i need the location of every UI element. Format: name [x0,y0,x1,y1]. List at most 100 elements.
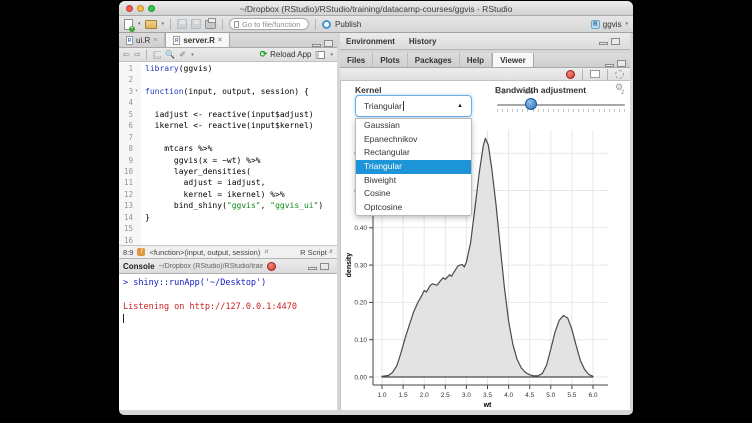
refresh-icon[interactable] [615,70,624,79]
code-line-15[interactable]: 15 [119,223,337,234]
file-type-selector[interactable]: R Script [300,248,327,257]
code-line-6[interactable]: 6 ikernel <- reactive(input$kernel) [119,120,337,131]
tab-help[interactable]: Help [460,53,492,67]
title-bar[interactable]: ~/Dropbox (RStudio)/RStudio/training/dat… [119,1,633,16]
code-line-11[interactable]: 11 adjust = iadjust, [119,177,337,188]
svg-text:0.30: 0.30 [354,262,367,269]
stop-icon[interactable] [267,262,276,271]
minimize-pane-icon[interactable] [312,44,321,47]
maximize-pane-icon[interactable] [324,40,333,47]
kernel-option-gaussian[interactable]: Gaussian [356,119,471,133]
code-text: layer_densities( [141,166,251,177]
code-text [141,132,145,143]
code-line-3[interactable]: 3▾function(input, output, session) { [119,86,337,97]
console-header[interactable]: Console ~/Dropbox (RStudio)/RStudio/trai… [119,259,337,274]
tab-server-r[interactable]: R server.R × [165,33,230,47]
source-tab-bar: R ui.R × R server.R × [119,33,337,48]
tab-packages[interactable]: Packages [408,53,460,67]
line-number: 12 [119,189,135,200]
code-line-13[interactable]: 13 bind_shiny("ggvis", "ggvis_ui") [119,200,337,211]
code-line-2[interactable]: 2 [119,74,337,85]
close-tab-icon[interactable]: × [153,37,157,44]
new-file-icon[interactable]: + [124,19,133,30]
goto-file-input[interactable]: Go to file/function [229,18,309,30]
minimize-pane-icon[interactable] [599,42,608,45]
console-input-line[interactable] [123,313,333,325]
project-menu[interactable]: R ggvis ▾ [591,20,628,29]
code-editor[interactable]: 1library(ggvis)23▾function(input, output… [119,62,337,245]
console-output[interactable]: > shiny::runApp('~/Desktop') Listening o… [119,274,337,410]
slider-tick-marks [497,109,625,113]
code-line-16[interactable]: 16 [119,235,337,245]
minimize-pane-icon[interactable] [605,64,614,67]
run-options-caret[interactable]: ▾ [330,52,333,58]
kernel-option-biweight[interactable]: Biweight [356,174,471,188]
toolbar-divider [607,69,608,80]
code-line-14[interactable]: 14} [119,212,337,223]
maximize-pane-icon[interactable] [320,263,329,270]
open-file-icon[interactable] [145,20,157,29]
code-line-7[interactable]: 7 [119,132,337,143]
code-line-4[interactable]: 4 [119,97,337,108]
kernel-option-rectangular[interactable]: Rectangular [356,146,471,160]
forward-icon[interactable]: ⇨ [134,50,141,60]
stop-app-icon[interactable] [566,70,575,79]
toolbar-divider [170,19,171,30]
publish-icon[interactable] [322,20,331,29]
kernel-dropdown: GaussianEpanechnikovRectangularTriangula… [355,118,472,216]
code-tools-caret[interactable]: ▾ [191,52,194,58]
tab-ui-r[interactable]: R ui.R × [119,33,165,47]
find-icon[interactable]: 🔍 [165,50,175,60]
open-recent-caret[interactable]: ▾ [162,21,165,27]
kernel-select[interactable]: Triangular ▲ [355,95,472,117]
code-line-9[interactable]: 9 ggvis(x = ~wt) %>% [119,155,337,166]
file-type-caret-icon: ⇵ [329,249,333,255]
tab-plots[interactable]: Plots [373,53,408,67]
line-number: 8 [119,143,135,154]
code-text: iadjust <- reactive(input$adjust) [141,109,314,120]
svg-text:3.0: 3.0 [462,392,471,399]
open-in-browser-icon[interactable] [590,70,600,78]
tab-history[interactable]: History [409,37,437,46]
run-options-icon[interactable] [315,51,325,59]
save-all-icon[interactable] [191,19,201,29]
minimize-pane-icon[interactable] [308,267,317,270]
reload-app-button[interactable]: ⟳ Reload App [260,49,312,60]
code-text [141,74,145,85]
code-line-12[interactable]: 12 kernel = ikernel) %>% [119,189,337,200]
code-line-10[interactable]: 10 layer_densities( [119,166,337,177]
tab-environment[interactable]: Environment [346,37,395,46]
code-tools-icon[interactable]: ✐ [179,50,186,60]
toolbar-divider [222,19,223,30]
publish-button[interactable]: Publish [335,20,361,29]
save-file-icon[interactable] [153,51,161,59]
svg-text:2.0: 2.0 [420,392,429,399]
new-file-dropdown-caret[interactable]: ▾ [138,21,141,27]
kernel-option-optcosine[interactable]: Optcosine [356,201,471,215]
save-icon[interactable] [177,19,187,29]
code-text: mtcars %>% [141,143,212,154]
code-line-8[interactable]: 8 mtcars %>% [119,143,337,154]
svg-text:wt: wt [483,402,492,409]
files-pane-tab-bar: FilesPlotsPackagesHelpViewer [340,53,630,68]
tab-files[interactable]: Files [340,53,373,67]
print-icon[interactable] [205,20,216,29]
kernel-option-cosine[interactable]: Cosine [356,187,471,201]
svg-text:3.5: 3.5 [483,392,492,399]
code-line-1[interactable]: 1library(ggvis) [119,63,337,74]
scope-selector[interactable]: <function>(input, output, session) [149,248,260,257]
maximize-pane-icon[interactable] [611,38,620,45]
code-line-5[interactable]: 5 iadjust <- reactive(input$adjust) [119,109,337,120]
close-tab-icon[interactable]: × [218,37,222,44]
maximize-pane-icon[interactable] [617,60,626,67]
back-icon[interactable]: ⇦ [123,50,130,60]
kernel-option-epanechnikov[interactable]: Epanechnikov [356,133,471,147]
console-line [123,289,333,301]
text-cursor [403,101,404,111]
console-title: Console [123,262,155,271]
console-line: Listening on http://127.0.0.1:4470 [123,301,333,313]
tab-viewer[interactable]: Viewer [492,53,534,67]
kernel-option-triangular[interactable]: Triangular [356,160,471,174]
bandwidth-slider-track[interactable] [497,104,625,106]
bandwidth-slider-handle[interactable] [525,98,537,110]
